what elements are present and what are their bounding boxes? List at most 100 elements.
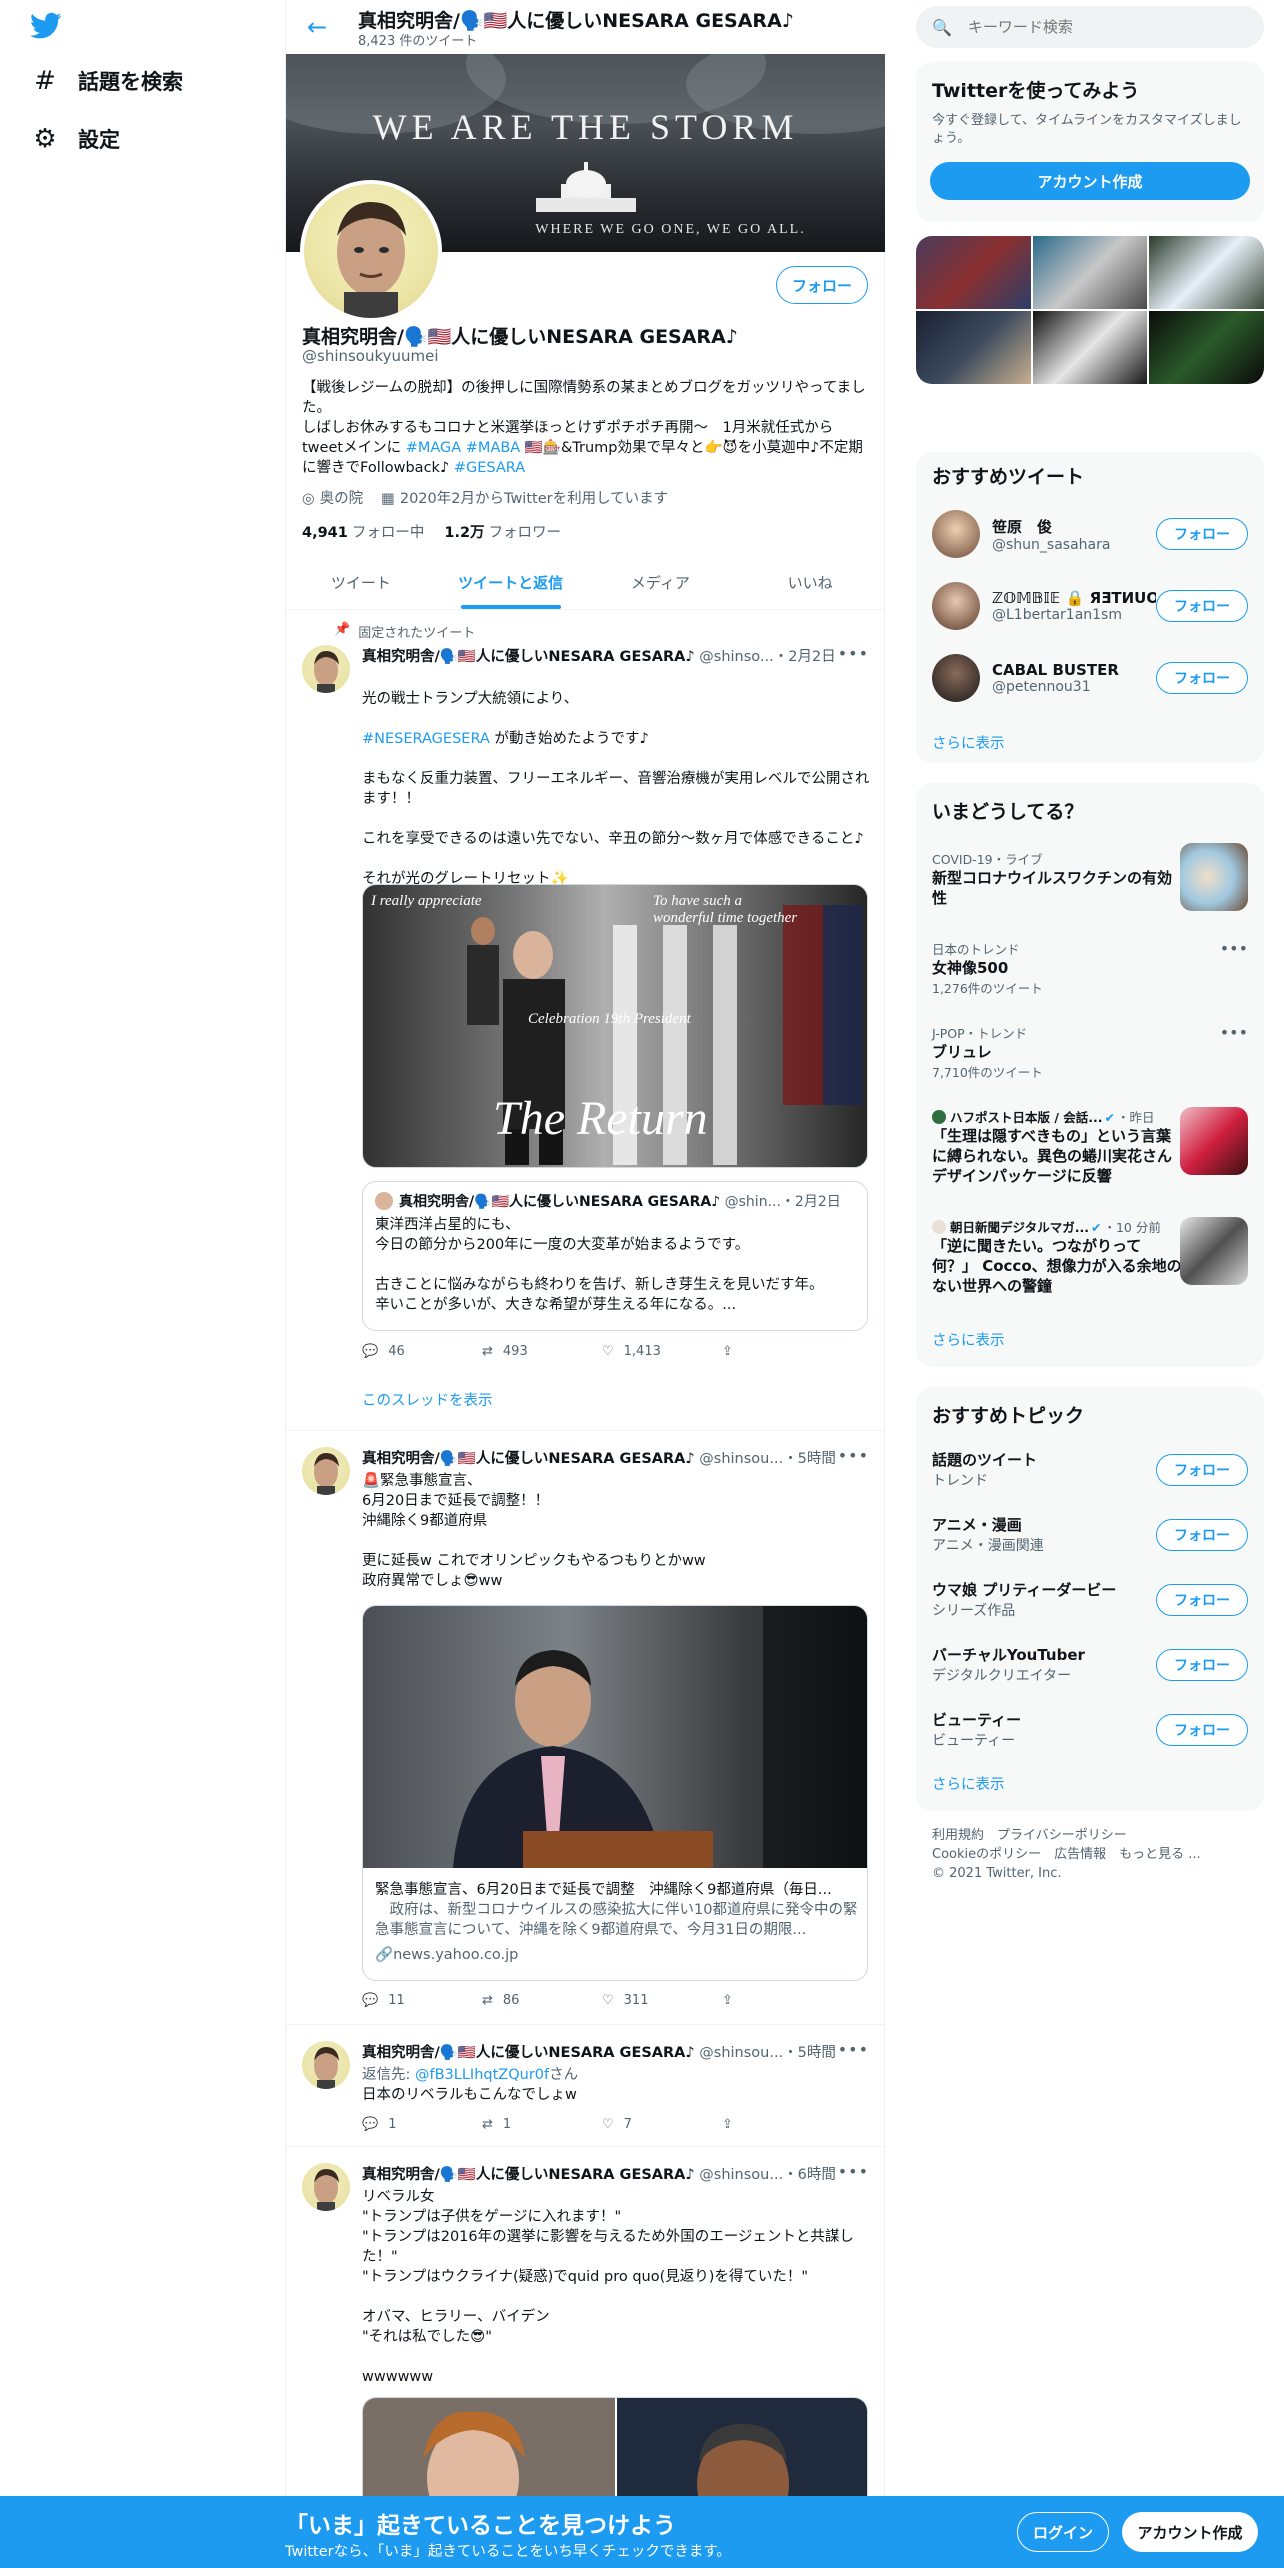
- followers-link[interactable]: 1.2万 フォロワー: [444, 521, 561, 542]
- follow-topic-button[interactable]: フォロー: [1156, 1713, 1248, 1746]
- who-to-follow-item[interactable]: CABAL BUSTER @petennou31 フォロー: [916, 642, 1264, 714]
- footer-line[interactable]: 利用規約 プライバシーポリシー: [932, 1826, 1252, 1845]
- tab-tweets[interactable]: ツイート: [286, 556, 436, 609]
- signup-button[interactable]: アカウント作成: [1122, 2512, 1258, 2552]
- media-thumb[interactable]: [916, 311, 1031, 384]
- trend-item[interactable]: 日本のトレンド 女神像500 1,276件のツイート •••: [916, 939, 1264, 1019]
- follow-button[interactable]: フォロー: [1156, 518, 1248, 550]
- tab-likes[interactable]: いいね: [735, 556, 885, 609]
- topic-item[interactable]: ウマ娘 プリティーダービー シリーズ作品 フォロー: [916, 1567, 1264, 1632]
- tweet-time[interactable]: ・6時間: [783, 2167, 836, 2183]
- tweet-author-name[interactable]: 真相究明舎/🗣️🇺🇸人に優しいNESARA GESARA♪: [362, 1451, 695, 1467]
- following-link[interactable]: 4,941 フォロー中: [302, 521, 424, 542]
- hashtag-link[interactable]: #MAGA: [406, 440, 461, 456]
- who-handle: @shun_sasahara: [992, 536, 1111, 553]
- more-icon[interactable]: •••: [1220, 1023, 1248, 1042]
- who-to-follow-item[interactable]: ℤ𝕆𝕄𝔹𝕀𝔼 🔒 ЯƎTИUOƆ @L1bertar1an1sm フォロー: [916, 570, 1264, 642]
- topic-item[interactable]: ビューティー ビューティー フォロー: [916, 1697, 1264, 1762]
- tweet[interactable]: 真相究明舎/🗣️🇺🇸人に優しいNESARA GESARA♪ @shinsou..…: [286, 1431, 885, 2025]
- tweet-time[interactable]: ・5時間: [783, 2045, 836, 2061]
- tweet-avatar[interactable]: [302, 645, 350, 693]
- tweet[interactable]: 真相究明舎/🗣️🇺🇸人に優しいNESARA GESARA♪ @shinsou..…: [286, 2025, 885, 2147]
- retweet-button[interactable]: ⇄ 493: [482, 1344, 542, 1359]
- tweet-author-name[interactable]: 真相究明舎/🗣️🇺🇸人に優しいNESARA GESARA♪: [362, 2167, 695, 2183]
- media-thumb[interactable]: [1032, 236, 1148, 309]
- topic-item[interactable]: 話題のツイート トレンド フォロー: [916, 1437, 1264, 1502]
- follow-topic-button[interactable]: フォロー: [1156, 1583, 1248, 1616]
- hashtag-link[interactable]: #MABA: [466, 440, 520, 456]
- show-more-link[interactable]: さらに表示: [932, 732, 1005, 753]
- nav-explore[interactable]: # 話題を検索: [32, 66, 183, 96]
- follow-button[interactable]: フォロー: [1156, 590, 1248, 622]
- like-button[interactable]: ♡ 311: [602, 1993, 662, 2008]
- retweet-button[interactable]: ⇄ 1: [482, 2117, 542, 2132]
- topic-item[interactable]: バーチャルYouTuber デジタルクリエイター フォロー: [916, 1632, 1264, 1697]
- topic-subtitle: ビューティー: [932, 1733, 1016, 1749]
- show-thread-link[interactable]: このスレッドを表示: [362, 1389, 493, 1410]
- nav-settings[interactable]: ⚙ 設定: [32, 124, 120, 154]
- more-icon[interactable]: •••: [838, 2040, 869, 2059]
- follow-topic-button[interactable]: フォロー: [1156, 1518, 1248, 1551]
- reply-button[interactable]: 💬 1: [362, 2117, 422, 2132]
- trend-item[interactable]: 朝日新聞デジタルマガ... ✔ ・10 分前 「逆に聞きたい。つながりって何？」 C…: [916, 1217, 1264, 1317]
- tweet-time[interactable]: ・2月2日: [774, 649, 836, 665]
- search-box[interactable]: 🔍: [916, 6, 1264, 48]
- tweet-time[interactable]: ・5時間: [783, 1451, 836, 1467]
- quote-text: 東洋西洋占星的にも、 今日の節分から200年に一度の大変革が始まるようです。 古…: [375, 1217, 824, 1313]
- trend-item[interactable]: ハフポスト日本版 / 会話... ✔ ・昨日 「生理は隠すべきもの」という言葉に縛ら…: [916, 1107, 1264, 1217]
- tweet-author-name[interactable]: 真相究明舎/🗣️🇺🇸人に優しいNESARA GESARA♪: [362, 649, 695, 665]
- trend-time: ・昨日: [1117, 1110, 1155, 1125]
- more-icon[interactable]: •••: [838, 644, 869, 663]
- quote-tweet[interactable]: 真相究明舎/🗣️🇺🇸人に優しいNESARA GESARA♪ @shin...・2…: [362, 1181, 868, 1331]
- show-more-link[interactable]: さらに表示: [932, 1329, 1005, 1350]
- tweet-avatar[interactable]: [302, 2163, 350, 2211]
- tweet-image[interactable]: I really appreciate To have such a wonde…: [362, 884, 868, 1168]
- topic-item[interactable]: アニメ・漫画 アニメ・漫画関連 フォロー: [916, 1502, 1264, 1567]
- follow-button[interactable]: フォロー: [1156, 662, 1248, 694]
- login-button[interactable]: ログイン: [1017, 2512, 1109, 2552]
- profile-handle: @shinsoukyuumei: [302, 347, 439, 365]
- hashtag-link[interactable]: #NESERAGESERA: [362, 731, 490, 747]
- link-card[interactable]: 緊急事態宣言、6月20日まで延長で調整 沖縄除く9都道府県（毎日... 政府は、…: [362, 1605, 868, 1981]
- reply-to-link[interactable]: @fB3LLIhqtZQur0f: [415, 2067, 549, 2083]
- profile-avatar[interactable]: [300, 180, 442, 322]
- share-icon: ⇪: [722, 1993, 733, 2008]
- media-thumb[interactable]: [1149, 311, 1264, 384]
- back-arrow-icon[interactable]: ←: [302, 12, 332, 42]
- tweet-avatar[interactable]: [302, 1447, 350, 1495]
- hashtag-link[interactable]: #GESARA: [454, 460, 525, 476]
- tab-tweets-replies[interactable]: ツイートと返信: [436, 556, 586, 609]
- more-icon[interactable]: •••: [838, 1446, 869, 1465]
- media-thumb[interactable]: [1149, 236, 1264, 309]
- tweet-avatar[interactable]: [302, 2041, 350, 2089]
- tweet[interactable]: 📌 固定されたツイート 真相究明舎/🗣️🇺🇸人に優しいNESARA GESARA…: [286, 611, 885, 1431]
- share-button[interactable]: ⇪: [722, 2117, 782, 2132]
- media-thumb[interactable]: [916, 236, 1031, 309]
- like-button[interactable]: ♡ 1,413: [602, 1344, 662, 1359]
- like-button[interactable]: ♡ 7: [602, 2117, 662, 2132]
- media-thumb[interactable]: [1032, 311, 1148, 384]
- tab-media[interactable]: メディア: [586, 556, 736, 609]
- create-account-button[interactable]: アカウント作成: [930, 162, 1250, 200]
- share-button[interactable]: ⇪: [722, 1344, 782, 1359]
- share-button[interactable]: ⇪: [722, 1993, 782, 2008]
- follow-topic-button[interactable]: フォロー: [1156, 1453, 1248, 1486]
- follow-topic-button[interactable]: フォロー: [1156, 1648, 1248, 1681]
- reply-button[interactable]: 💬 11: [362, 1993, 422, 2008]
- twitter-logo-icon[interactable]: [30, 12, 62, 40]
- who-to-follow-item[interactable]: 笹原 俊 @shun_sasahara フォロー: [916, 498, 1264, 570]
- follow-button[interactable]: フォロー: [776, 266, 868, 304]
- footer-line[interactable]: Cookieのポリシー 広告情報 もっと見る ...: [932, 1845, 1252, 1864]
- search-input[interactable]: [967, 18, 1228, 36]
- reply-button[interactable]: 💬 46: [362, 1344, 422, 1359]
- show-more-link[interactable]: さらに表示: [932, 1773, 1005, 1794]
- retweet-button[interactable]: ⇄ 86: [482, 1993, 542, 2008]
- trend-title: 「生理は隠すべきもの」という言葉に縛られない。異色の蜷川実花さんデザインパッケー…: [932, 1127, 1173, 1185]
- trend-item[interactable]: COVID-19・ライブ 新型コロナウイルスワクチンの有効性: [916, 843, 1264, 929]
- trend-item[interactable]: J-POP・トレンド ブリュレ 7,710件のツイート •••: [916, 1023, 1264, 1103]
- share-icon: ⇪: [722, 1344, 733, 1359]
- more-icon[interactable]: •••: [838, 2162, 869, 2181]
- pinned-label: 固定されたツイート: [358, 626, 476, 641]
- tweet-author-name[interactable]: 真相究明舎/🗣️🇺🇸人に優しいNESARA GESARA♪: [362, 2045, 695, 2061]
- more-icon[interactable]: •••: [1220, 939, 1248, 958]
